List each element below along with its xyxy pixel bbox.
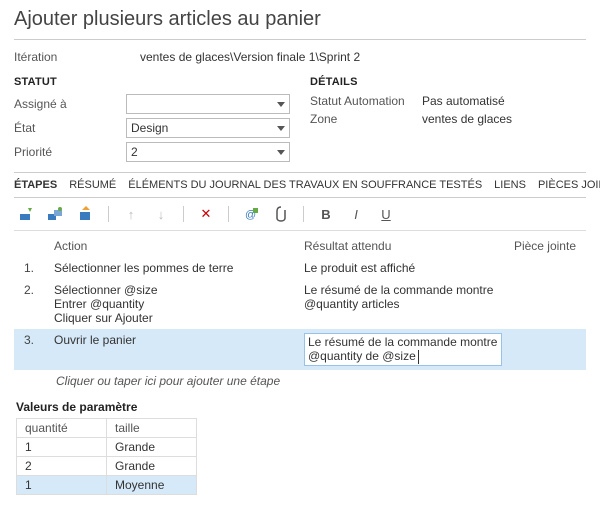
chevron-down-icon [277,150,285,155]
priority-value: 2 [131,145,138,159]
priority-label: Priorité [14,145,126,159]
details-heading: DÉTAILS [310,76,586,88]
zone-value: ventes de glaces [420,112,512,126]
toolbar-separator [108,206,109,222]
add-step-hint[interactable]: Cliquer ou taper ici pour ajouter une ét… [14,370,586,398]
param-row[interactable]: 1 Grande [17,437,197,456]
col-action: Action [54,239,304,253]
step-result[interactable]: Le résumé de la commande montre @quantit… [304,333,502,366]
param-row[interactable]: 2 Grande [17,456,197,475]
iteration-field: Itération ventes de glaces\Version final… [14,50,586,64]
param-col-quantity[interactable]: quantité [17,418,107,437]
status-heading: STATUT [14,76,290,88]
attachment-icon[interactable] [273,206,289,222]
chevron-down-icon [277,126,285,131]
param-row[interactable]: 1 Moyenne [17,475,197,494]
step-row[interactable]: 2. Sélectionner @size Entrer @quantity C… [14,279,586,329]
step-action[interactable]: Ouvrir le panier [54,333,304,347]
toolbar-separator [183,206,184,222]
delete-step-icon[interactable]: ✕ [198,206,214,222]
toolbar-separator [228,206,229,222]
step-row[interactable]: 3. Ouvrir le panier Le résumé de la comm… [14,329,586,370]
bold-button[interactable]: B [318,206,334,222]
iteration-label: Itération [14,50,140,64]
insert-step-icon[interactable] [18,206,34,222]
param-col-size[interactable]: taille [107,418,197,437]
tab-journal[interactable]: ÉLÉMENTS DU JOURNAL DES TRAVAUX EN SOUFF… [128,179,482,191]
col-result: Résultat attendu [304,239,502,253]
status-section: STATUT Assigné à État Design Priorité 2 [14,76,290,166]
move-down-icon[interactable]: ↓ [153,206,169,222]
tab-liens[interactable]: LIENS [494,179,526,191]
param-icon[interactable]: @ [243,206,259,222]
step-number: 3. [18,333,54,347]
params-table: quantité taille 1 Grande 2 Grande 1 Moye… [16,418,197,495]
toolbar-separator [303,206,304,222]
chevron-down-icon [277,102,285,107]
page-title: Ajouter plusieurs articles au panier [14,8,586,40]
step-row[interactable]: 1. Sélectionner les pommes de terre Le p… [14,257,586,279]
step-result[interactable]: Le produit est affiché [304,261,502,275]
underline-button[interactable]: U [378,206,394,222]
steps-toolbar: ↑ ↓ ✕ @ B I U [14,198,586,231]
col-pj: Pièce jointe [502,239,582,253]
steps-header: Action Résultat attendu Pièce jointe [14,231,586,257]
assignee-label: Assigné à [14,97,126,111]
step-action[interactable]: Sélectionner @size Entrer @quantity Cliq… [54,283,304,325]
insert-shared-step-icon[interactable] [48,206,64,222]
params-heading: Valeurs de paramètre [14,398,586,418]
tab-bar: ÉTAPES RÉSUMÉ ÉLÉMENTS DU JOURNAL DES TR… [14,172,586,198]
priority-combo[interactable]: 2 [126,142,290,162]
step-result[interactable]: Le résumé de la commande montre @quantit… [304,283,502,311]
assignee-combo[interactable] [126,94,290,114]
tab-etapes[interactable]: ÉTAPES [14,179,57,191]
italic-button[interactable]: I [348,206,364,222]
automation-value: Pas automatisé [420,94,505,108]
text-cursor [418,350,419,364]
state-value: Design [131,121,168,135]
automation-label: Statut Automation [310,94,420,108]
details-section: DÉTAILS Statut Automation Pas automatisé… [310,76,586,166]
tab-resume[interactable]: RÉSUMÉ [69,179,116,191]
tab-pj[interactable]: PIÈCES JOINTES [538,179,600,191]
state-label: État [14,121,126,135]
iteration-value[interactable]: ventes de glaces\Version finale 1\Sprint… [140,50,586,64]
step-number: 2. [18,283,54,297]
zone-label: Zone [310,112,420,126]
move-up-icon[interactable]: ↑ [123,206,139,222]
step-action[interactable]: Sélectionner les pommes de terre [54,261,304,275]
state-combo[interactable]: Design [126,118,290,138]
insert-param-icon[interactable] [78,206,94,222]
step-number: 1. [18,261,54,275]
